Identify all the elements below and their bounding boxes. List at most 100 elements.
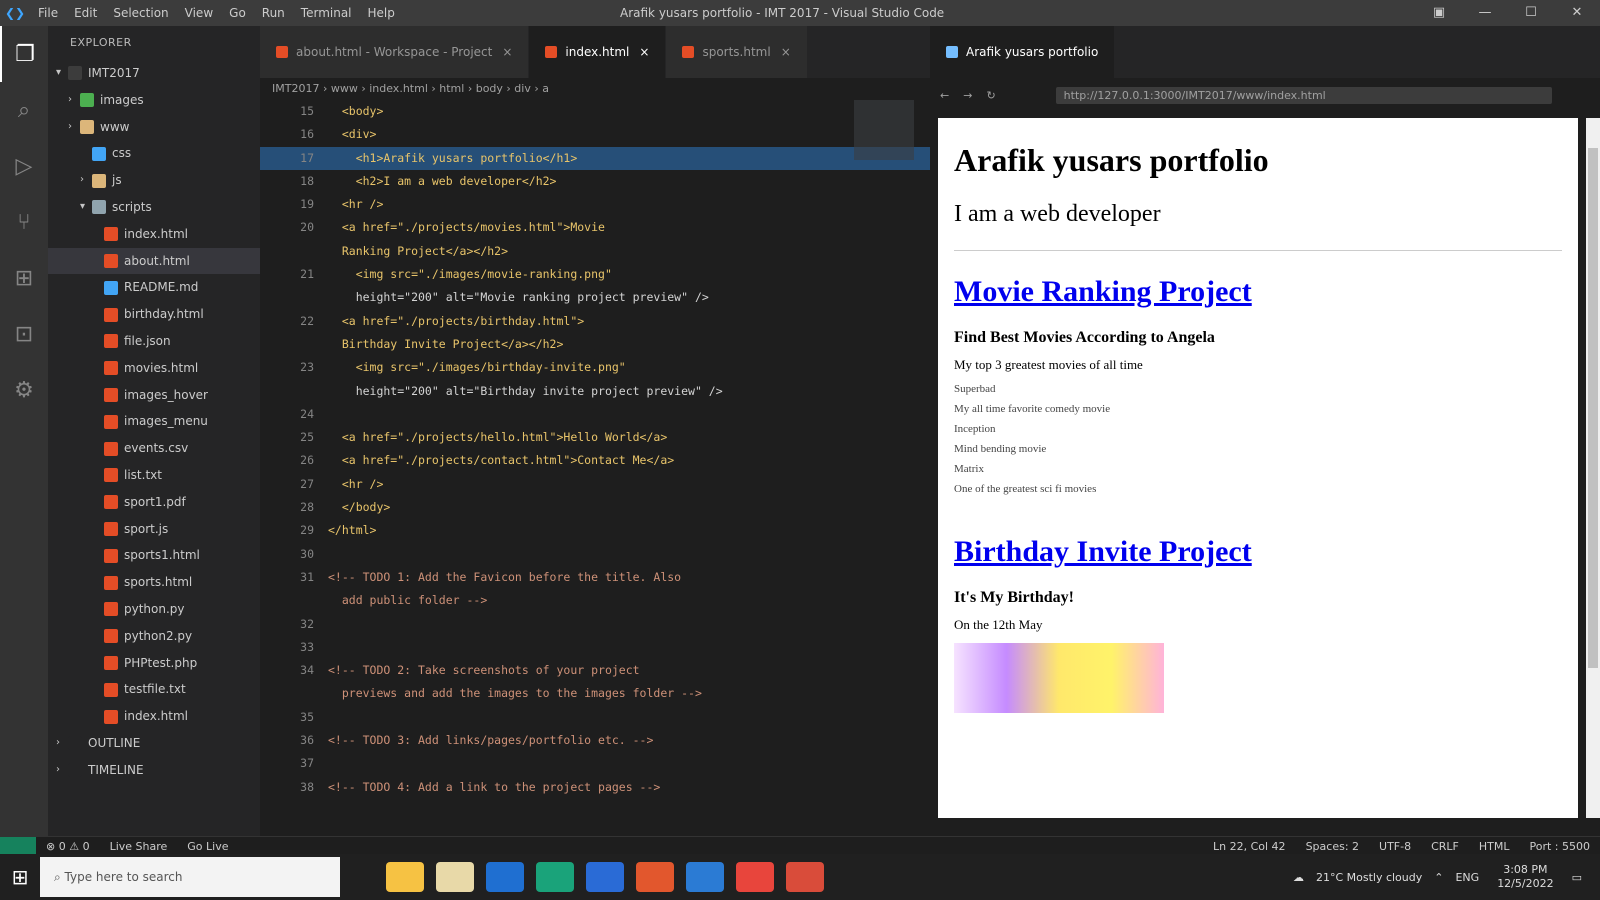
layout-icon[interactable]: ▣ xyxy=(1416,0,1462,26)
tree-item[interactable]: list.txt xyxy=(48,462,260,489)
file-tree: ▾ IMT2017 › images › www css › js ▾ scripts index.h… xyxy=(48,60,260,784)
clock-time[interactable]: 3:08 PM xyxy=(1497,863,1553,876)
tree-item-label: sport.js xyxy=(124,521,169,536)
menu-item-go[interactable]: Go xyxy=(221,6,254,20)
tree-item[interactable]: PHPtest.php xyxy=(48,650,260,677)
file-icon xyxy=(104,655,118,670)
code-text: <a href="./projects/contact.html">Contac… xyxy=(328,453,675,468)
back-icon[interactable]: ← xyxy=(940,89,949,102)
minimap[interactable] xyxy=(854,100,914,830)
preview-scrollbar[interactable] xyxy=(1586,118,1600,818)
app-icon[interactable] xyxy=(786,862,824,892)
menu-item-file[interactable]: File xyxy=(30,6,66,20)
status-item[interactable]: Live Share xyxy=(100,840,178,853)
editor-tab[interactable]: index.html × xyxy=(529,26,667,78)
tree-item[interactable]: python2.py xyxy=(48,623,260,650)
status-item[interactable]: UTF-8 xyxy=(1369,840,1421,853)
editor-tab[interactable]: sports.html × xyxy=(666,26,808,78)
start-button[interactable]: ⊞ xyxy=(0,865,40,889)
menu-item-run[interactable]: Run xyxy=(254,6,293,20)
settings-icon[interactable]: ⚙ xyxy=(0,362,48,418)
tree-item-label: index.html xyxy=(124,226,188,241)
status-item[interactable]: Port : 5500 xyxy=(1520,840,1600,853)
search-icon: ⌕ xyxy=(54,869,65,884)
movie-project-link[interactable]: Movie Ranking Project xyxy=(954,275,1562,309)
tree-item[interactable]: › js xyxy=(48,167,260,194)
language[interactable]: ENG xyxy=(1449,871,1485,884)
close-tab-icon[interactable]: × xyxy=(639,26,649,78)
tree-item[interactable]: › www xyxy=(48,114,260,141)
status-item[interactable]: ⊗ 0 ⚠ 0 xyxy=(36,840,100,853)
tree-item[interactable]: › OUTLINE xyxy=(48,730,260,757)
close-button[interactable]: ✕ xyxy=(1554,0,1600,26)
tree-item[interactable]: sport1.pdf xyxy=(48,489,260,516)
tree-item[interactable]: css xyxy=(48,140,260,167)
close-tab-icon[interactable]: × xyxy=(502,26,512,78)
code-area[interactable]: 15 <body> 16 <div> 17 <h1>Arafik yusars po… xyxy=(260,100,930,799)
tree-item[interactable]: events.csv xyxy=(48,435,260,462)
tree-item[interactable]: › TIMELINE xyxy=(48,757,260,784)
tree-item[interactable]: › images xyxy=(48,87,260,114)
file-icon xyxy=(104,361,118,376)
tree-item[interactable]: birthday.html xyxy=(48,301,260,328)
menu-item-help[interactable]: Help xyxy=(360,6,403,20)
menu-item-edit[interactable]: Edit xyxy=(66,6,105,20)
taskbar-search[interactable]: ⌕ Type here to search xyxy=(40,857,340,897)
forward-icon[interactable]: → xyxy=(963,89,972,102)
tree-item[interactable]: README.md xyxy=(48,274,260,301)
status-item[interactable]: Go Live xyxy=(177,840,238,853)
weather-icon[interactable]: ☁ xyxy=(1287,871,1310,884)
tree-item[interactable]: images_menu xyxy=(48,408,260,435)
maximize-button[interactable]: ☐ xyxy=(1508,0,1554,26)
tree-item[interactable]: index.html xyxy=(48,221,260,248)
tree-item[interactable]: sports.html xyxy=(48,569,260,596)
status-item[interactable]: Spaces: 2 xyxy=(1296,840,1369,853)
preview-tab[interactable]: Arafik yusars portfolio xyxy=(930,26,1116,78)
mail-icon[interactable] xyxy=(486,862,524,892)
tree-item[interactable]: ▾ scripts xyxy=(48,194,260,221)
vscode-taskbar-icon[interactable] xyxy=(686,862,724,892)
status-item[interactable]: CRLF xyxy=(1421,840,1469,853)
files-icon[interactable]: ❐ xyxy=(0,26,48,82)
menu-item-selection[interactable]: Selection xyxy=(105,6,176,20)
notifications-icon[interactable]: ▭ xyxy=(1566,871,1588,884)
run-icon[interactable]: ▷ xyxy=(0,138,48,194)
extensions-icon[interactable]: ⊞ xyxy=(0,250,48,306)
status-item[interactable]: HTML xyxy=(1469,840,1520,853)
menu-item-view[interactable]: View xyxy=(177,6,221,20)
remote-indicator-icon[interactable] xyxy=(0,837,36,855)
minimize-button[interactable]: — xyxy=(1462,0,1508,26)
remote-icon[interactable]: ⊡ xyxy=(0,306,48,362)
refresh-icon[interactable]: ↻ xyxy=(986,89,995,102)
store-icon[interactable] xyxy=(586,862,624,892)
tree-item[interactable]: testfile.txt xyxy=(48,676,260,703)
editor-tab[interactable]: about.html - Workspace - Project × xyxy=(260,26,530,78)
weather-text[interactable]: 21°C Mostly cloudy xyxy=(1310,871,1428,884)
tree-item[interactable]: ▾ IMT2017 xyxy=(48,60,260,87)
clock-date[interactable]: 12/5/2022 xyxy=(1491,877,1559,890)
network-icon[interactable]: ⌃ xyxy=(1428,871,1449,884)
search-icon[interactable]: ⌕ xyxy=(0,82,48,138)
close-tab-icon[interactable]: × xyxy=(781,26,791,78)
tree-item[interactable]: about.html xyxy=(48,247,260,275)
chrome-icon[interactable] xyxy=(736,862,774,892)
preview-icon xyxy=(946,46,958,58)
edge-icon[interactable] xyxy=(536,862,574,892)
birthday-project-link[interactable]: Birthday Invite Project xyxy=(954,535,1562,569)
menu-item-terminal[interactable]: Terminal xyxy=(293,6,360,20)
tree-item[interactable]: python.py xyxy=(48,596,260,623)
tree-item[interactable]: movies.html xyxy=(48,355,260,382)
tree-item[interactable]: sports1.html xyxy=(48,542,260,569)
url-field[interactable]: http://127.0.0.1:3000/IMT2017/www/index.… xyxy=(1055,86,1552,104)
tree-item[interactable]: index.html xyxy=(48,703,260,730)
tree-item[interactable]: sport.js xyxy=(48,516,260,543)
notes-icon[interactable] xyxy=(436,862,474,892)
file-explorer-icon[interactable] xyxy=(386,862,424,892)
brave-icon[interactable] xyxy=(636,862,674,892)
breadcrumb[interactable]: IMT2017 › www › index.html › html › body… xyxy=(260,78,930,100)
system-tray: ☁ 21°C Mostly cloudy ⌃ ENG 3:08 PM 12/5/… xyxy=(1287,854,1588,900)
tree-item[interactable]: file.json xyxy=(48,328,260,355)
git-icon[interactable]: ⑂ xyxy=(0,194,48,250)
tree-item[interactable]: images_hover xyxy=(48,382,260,409)
status-item[interactable]: Ln 22, Col 42 xyxy=(1203,840,1296,853)
